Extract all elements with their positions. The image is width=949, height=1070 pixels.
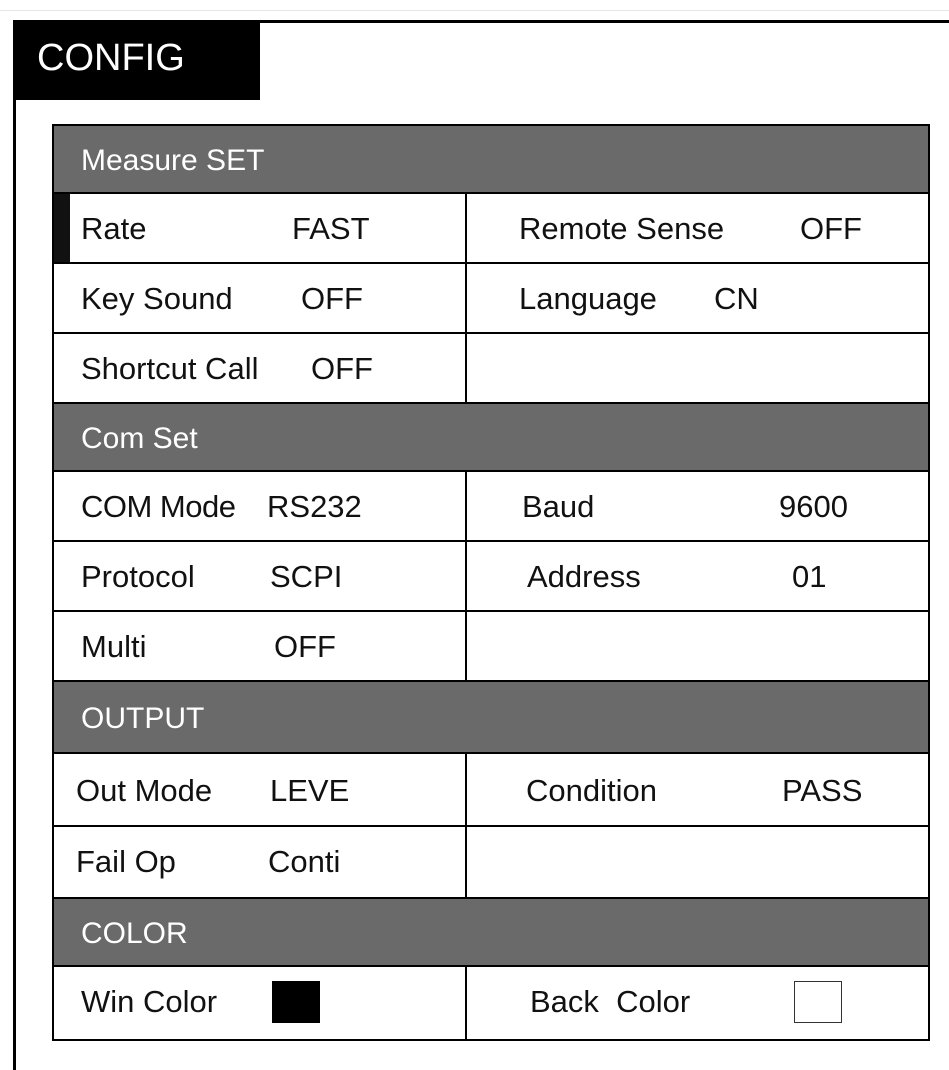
column-divider bbox=[465, 472, 467, 540]
back-color-swatch[interactable] bbox=[794, 981, 842, 1023]
protocol-label: Protocol bbox=[81, 559, 195, 594]
out-mode-value[interactable]: LEVE bbox=[270, 754, 349, 825]
address-value[interactable]: 01 bbox=[792, 542, 826, 610]
address-label: Address bbox=[527, 559, 641, 594]
rate-value[interactable]: FAST bbox=[292, 194, 370, 262]
com-mode-value[interactable]: RS232 bbox=[267, 472, 362, 540]
win-color-swatch[interactable] bbox=[272, 981, 320, 1023]
fail-op-label: Fail Op bbox=[76, 844, 176, 879]
back-color-label: Back Color bbox=[530, 984, 691, 1019]
rate-label: Rate bbox=[81, 211, 147, 246]
section-header-output: OUTPUT bbox=[54, 682, 928, 754]
column-divider bbox=[465, 334, 467, 402]
column-divider bbox=[465, 264, 467, 332]
remote-sense-label: Remote Sense bbox=[519, 211, 725, 246]
table-row: COM Mode RS232 Baud 9600 bbox=[54, 472, 928, 542]
out-mode-label: Out Mode bbox=[76, 773, 213, 808]
column-divider bbox=[465, 194, 467, 262]
win-color-label: Win Color bbox=[81, 984, 218, 1019]
table-row: Key Sound OFF Language CN bbox=[54, 264, 928, 334]
table-row: Protocol SCPI Address 01 bbox=[54, 542, 928, 612]
com-mode-label: COM Mode bbox=[81, 489, 236, 524]
condition-label: Condition bbox=[526, 773, 657, 808]
column-divider bbox=[465, 612, 467, 680]
page-title: CONFIG bbox=[13, 20, 260, 100]
key-sound-value[interactable]: OFF bbox=[301, 264, 363, 332]
baud-value[interactable]: 9600 bbox=[779, 472, 848, 540]
baud-label: Baud bbox=[522, 489, 595, 524]
table-row: Out Mode LEVE Condition PASS bbox=[54, 754, 928, 827]
table-row: Rate FAST Remote Sense OFF bbox=[54, 194, 928, 264]
table-row: Multi OFF bbox=[54, 612, 928, 682]
section-header-com: Com Set bbox=[54, 404, 928, 472]
multi-value[interactable]: OFF bbox=[274, 612, 336, 680]
condition-value[interactable]: PASS bbox=[782, 754, 862, 825]
config-table: Measure SET Rate FAST Remote Sense OFF K… bbox=[52, 124, 930, 1041]
remote-sense-value[interactable]: OFF bbox=[800, 194, 862, 262]
language-label: Language bbox=[519, 281, 657, 316]
fail-op-value[interactable]: Conti bbox=[268, 827, 340, 895]
column-divider bbox=[465, 967, 467, 1039]
multi-label: Multi bbox=[81, 629, 147, 664]
shortcut-call-label: Shortcut Call bbox=[81, 351, 259, 386]
shortcut-call-value[interactable]: OFF bbox=[311, 334, 373, 402]
column-divider bbox=[465, 827, 467, 897]
top-divider bbox=[0, 10, 949, 11]
section-header-color: COLOR bbox=[54, 899, 928, 967]
column-divider bbox=[465, 754, 467, 825]
table-row: Win Color Back Color bbox=[54, 967, 928, 1039]
selection-cursor bbox=[54, 194, 70, 262]
table-row: Fail Op Conti bbox=[54, 827, 928, 899]
language-value[interactable]: CN bbox=[714, 264, 759, 332]
table-row: Shortcut Call OFF bbox=[54, 334, 928, 404]
column-divider bbox=[465, 542, 467, 610]
section-header-measure: Measure SET bbox=[54, 126, 928, 194]
protocol-value[interactable]: SCPI bbox=[270, 542, 342, 610]
key-sound-label: Key Sound bbox=[81, 281, 233, 316]
